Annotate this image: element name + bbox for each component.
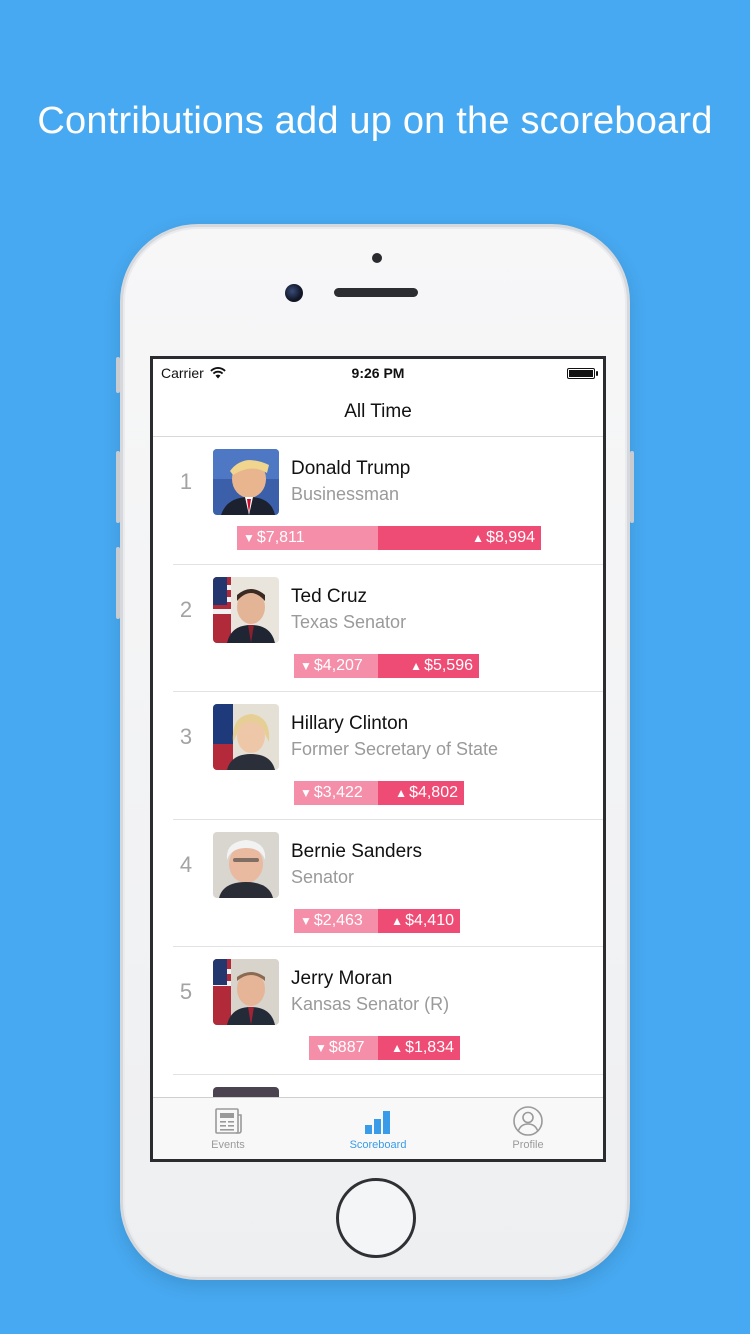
down-amount: ▼ $4,207	[294, 653, 378, 678]
candidate-name: Ted Cruz	[291, 585, 368, 607]
tab-label: Events	[211, 1139, 245, 1151]
phone-frame: Carrier 9:26 PM All Time 1 Donald Trump …	[116, 224, 634, 1280]
marketing-headline: Contributions add up on the scoreboard	[37, 100, 713, 142]
newspaper-icon	[215, 1108, 242, 1134]
down-triangle-icon: ▼	[243, 531, 255, 545]
up-amount: ▲ $4,410	[378, 908, 460, 933]
up-triangle-icon: ▲	[395, 786, 408, 800]
candidate-title: Businessman	[291, 484, 400, 504]
cruz-photo	[213, 576, 279, 643]
down-triangle-icon: ▼	[315, 1041, 327, 1055]
candidate-title: Kansas Senator (R)	[291, 994, 450, 1014]
contribution-bar: ▼ $4,207 ▲ $5,596	[294, 653, 479, 678]
sanders-photo	[213, 831, 279, 898]
down-amount: ▼ $3,422	[294, 781, 378, 805]
tab-scoreboard[interactable]: Scoreboard	[303, 1098, 453, 1159]
up-triangle-icon: ▲	[472, 531, 485, 545]
contribution-bar: ▼ $7,811 ▲ $8,994	[237, 526, 541, 550]
rank-number: 3	[179, 724, 193, 749]
moran-photo	[213, 959, 279, 1025]
candidate-name: Bernie Sanders	[291, 840, 422, 862]
rank-number: 2	[179, 596, 193, 622]
down-triangle-icon: ▼	[300, 658, 312, 673]
list-item[interactable]: 5 Jerry Moran Kansas Senator (R) ▼ $887 …	[173, 947, 603, 1075]
scoreboard-list: 1 Donald Trump Businessman ▼ $7,811 ▲ $8…	[153, 437, 603, 1159]
list-item[interactable]: 3 Hillary Clinton Former Secretary of St…	[173, 692, 603, 820]
up-amount: ▲ $4,802	[378, 781, 464, 805]
list-item[interactable]: 2 Ted Cruz Texas Senator ▼ $4,207 ▲ $5,5…	[173, 565, 603, 692]
list-item[interactable]: 4 Bernie Sanders Senator ▼ $2,463 ▲ $4,410	[173, 820, 603, 947]
tab-label: Profile	[512, 1139, 544, 1151]
candidate-name: Jerry Moran	[291, 968, 393, 989]
earpiece-speaker	[334, 288, 418, 297]
contribution-bar: ▼ $887 ▲ $1,834	[309, 1036, 460, 1060]
avatar	[213, 576, 279, 643]
page-title: All Time	[153, 387, 603, 437]
down-triangle-icon: ▼	[300, 786, 312, 800]
up-triangle-icon: ▲	[410, 658, 423, 673]
trump-photo	[213, 449, 279, 515]
person-icon	[513, 1106, 543, 1136]
tab-events[interactable]: Events	[153, 1098, 303, 1159]
up-amount: ▲ $1,834	[378, 1036, 460, 1060]
tab-profile[interactable]: Profile	[453, 1098, 603, 1159]
volume-up-button	[116, 451, 120, 523]
mute-switch	[116, 357, 120, 393]
tab-label: Scoreboard	[349, 1139, 407, 1151]
avatar	[213, 959, 279, 1025]
bar-chart-icon	[365, 1111, 390, 1134]
list-item[interactable]: 1 Donald Trump Businessman ▼ $7,811 ▲ $8…	[173, 437, 603, 565]
avatar	[213, 449, 279, 515]
down-amount: ▼ $7,811	[237, 526, 378, 550]
rank-number: 1	[179, 469, 193, 494]
contribution-bar: ▼ $2,463 ▲ $4,410	[294, 908, 460, 933]
clinton-photo	[213, 704, 279, 770]
proximity-sensor	[372, 253, 382, 263]
candidate-title: Senator	[291, 866, 355, 887]
tab-bar: Events Scoreboard Profile	[153, 1097, 603, 1159]
front-camera	[285, 284, 303, 302]
down-triangle-icon: ▼	[300, 913, 312, 928]
battery-icon	[567, 367, 598, 379]
up-triangle-icon: ▲	[391, 1041, 404, 1055]
avatar	[213, 704, 279, 770]
avatar	[213, 831, 279, 898]
phone-screen: Carrier 9:26 PM All Time 1 Donald Trump …	[150, 356, 606, 1162]
candidate-title: Texas Senator	[291, 611, 407, 632]
up-triangle-icon: ▲	[391, 913, 404, 928]
candidate-name: Hillary Clinton	[291, 713, 409, 734]
contribution-bar: ▼ $3,422 ▲ $4,802	[294, 781, 464, 805]
volume-down-button	[116, 547, 120, 619]
down-amount: ▼ $2,463	[294, 908, 378, 933]
status-time: 9:26 PM	[351, 365, 405, 381]
rank-number: 5	[179, 979, 193, 1004]
down-amount: ▼ $887	[309, 1036, 378, 1060]
rank-number: 4	[179, 851, 193, 877]
candidate-name: Donald Trump	[291, 458, 411, 479]
up-amount: ▲ $5,596	[378, 653, 479, 678]
candidate-title: Former Secretary of State	[291, 739, 499, 759]
status-bar: Carrier 9:26 PM	[153, 359, 603, 387]
power-button	[630, 451, 634, 523]
home-button	[336, 1178, 416, 1258]
up-amount: ▲ $8,994	[378, 526, 541, 550]
